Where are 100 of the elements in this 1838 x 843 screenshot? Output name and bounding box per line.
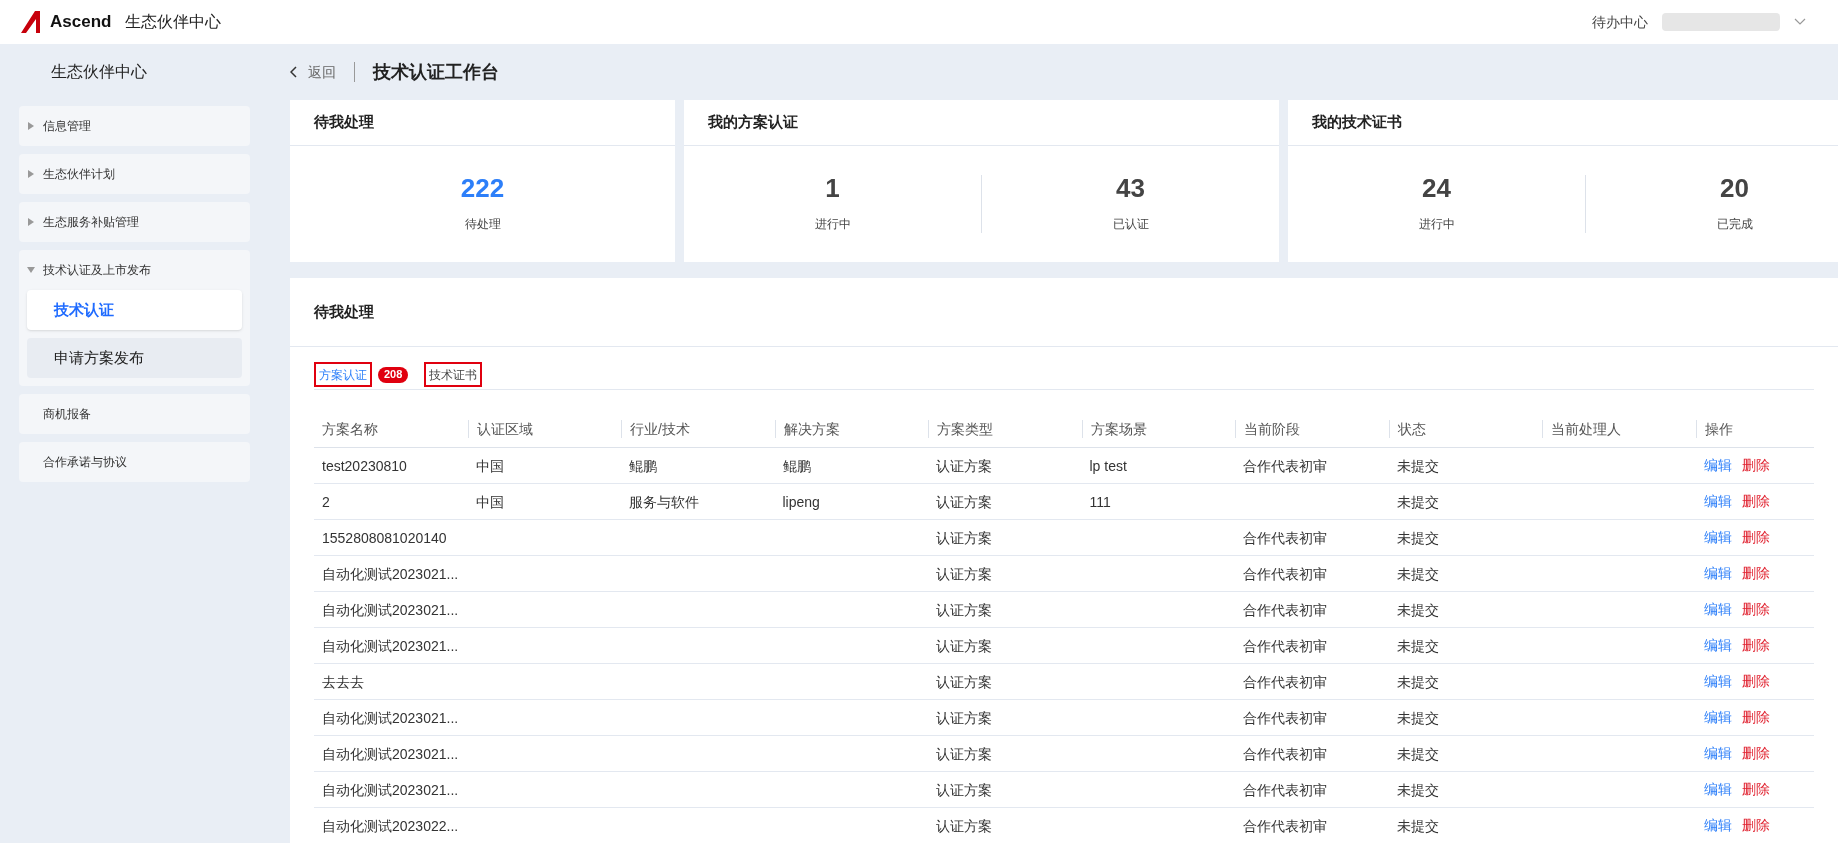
sidebar-item[interactable]: 生态伙伴计划 — [19, 154, 250, 194]
logo-text: Ascend — [50, 11, 112, 34]
edit-link[interactable]: 编辑 — [1703, 455, 1732, 476]
table-cell: 自动化测试2023022... — [322, 817, 459, 834]
delete-link[interactable]: 删除 — [1741, 527, 1770, 548]
sidebar-item[interactable]: 信息管理 — [19, 106, 250, 146]
table-cell: 自动化测试2023021... — [322, 745, 459, 762]
table-cell: 合作代表初审 — [1243, 601, 1327, 618]
table-cell: 服务与软件 — [629, 493, 699, 510]
table-cell: 未提交 — [1396, 781, 1439, 798]
table-cell: 未提交 — [1396, 565, 1439, 582]
page-title: 技术认证工作台 — [373, 60, 499, 84]
card-title: 我的方案认证 — [708, 112, 798, 133]
table-cell: 未提交 — [1396, 493, 1439, 510]
edit-link[interactable]: 编辑 — [1703, 815, 1732, 836]
table-cell: 合作代表初审 — [1243, 637, 1327, 654]
table-cell: 认证方案 — [936, 817, 992, 834]
table-cell: 2 — [322, 493, 330, 510]
table-cell: 认证方案 — [936, 457, 992, 474]
panel-title: 待我处理 — [314, 301, 374, 322]
table-cell: 自动化测试2023021... — [322, 709, 459, 726]
table-cell: 自动化测试2023021... — [322, 637, 459, 654]
delete-link[interactable]: 删除 — [1741, 743, 1770, 764]
table-cell: 未提交 — [1396, 637, 1439, 654]
table-cell: 111 — [1089, 493, 1111, 510]
table-cell: 认证方案 — [936, 601, 992, 618]
stat-value: 222 — [460, 175, 505, 201]
delete-link[interactable]: 删除 — [1741, 635, 1770, 656]
edit-link[interactable]: 编辑 — [1703, 743, 1732, 764]
table-cell: 去去去 — [322, 673, 364, 690]
count-badge: 208 — [378, 366, 409, 383]
edit-link[interactable]: 编辑 — [1703, 599, 1732, 620]
delete-link[interactable]: 删除 — [1741, 563, 1770, 584]
table-cell: 合作代表初审 — [1243, 673, 1327, 690]
delete-link[interactable]: 删除 — [1741, 599, 1770, 620]
column-header: 当前阶段 — [1243, 419, 1301, 439]
stat-value: 1 — [825, 175, 840, 201]
table-cell: 认证方案 — [936, 745, 992, 762]
table-cell: 认证方案 — [936, 493, 992, 510]
app-title: 生态伙伴中心 — [125, 12, 222, 32]
stat-label: 已认证 — [1112, 216, 1149, 233]
edit-link[interactable]: 编辑 — [1703, 707, 1732, 728]
table-cell: 自动化测试2023021... — [322, 781, 459, 798]
edit-link[interactable]: 编辑 — [1703, 635, 1732, 656]
table-cell: lp test — [1089, 457, 1127, 474]
tab[interactable]: 方案认证 — [314, 362, 372, 387]
column-header: 认证区域 — [475, 419, 534, 439]
table-cell: 未提交 — [1396, 709, 1439, 726]
table-cell: 1552808081020140 — [322, 529, 447, 546]
sidebar-item[interactable]: 技术认证及上市发布 — [19, 250, 250, 290]
stat-value: 20 — [1720, 175, 1749, 201]
table-cell: 未提交 — [1396, 673, 1439, 690]
table-cell: 未提交 — [1396, 529, 1439, 546]
table-cell: 自动化测试2023021... — [322, 601, 459, 618]
table-cell: 未提交 — [1396, 745, 1439, 762]
column-header: 当前处理人 — [1550, 419, 1622, 439]
sidebar-item[interactable]: 生态服务补贴管理 — [19, 202, 250, 242]
card-title: 待我处理 — [314, 112, 374, 133]
table-cell: 合作代表初审 — [1243, 709, 1327, 726]
stat-label: 进行中 — [814, 216, 851, 233]
table-cell: test20230810 — [322, 457, 407, 474]
table-cell: 合作代表初审 — [1243, 781, 1327, 798]
table-cell: 未提交 — [1396, 817, 1439, 834]
edit-link[interactable]: 编辑 — [1703, 563, 1732, 584]
table-cell: 认证方案 — [936, 529, 992, 546]
column-header: 状态 — [1396, 419, 1427, 439]
edit-link[interactable]: 编辑 — [1703, 671, 1732, 692]
table-cell: 合作代表初审 — [1243, 529, 1327, 546]
table-cell: 合作代表初审 — [1243, 457, 1327, 474]
delete-link[interactable]: 删除 — [1741, 815, 1770, 836]
edit-link[interactable]: 编辑 — [1703, 527, 1732, 548]
stat-label: 进行中 — [1418, 216, 1455, 233]
sidebar-subitem[interactable]: 申请方案发布 — [27, 338, 242, 378]
edit-link[interactable]: 编辑 — [1703, 779, 1732, 800]
table-cell: 认证方案 — [936, 565, 992, 582]
edit-link[interactable]: 编辑 — [1703, 491, 1732, 512]
back-link[interactable]: 返回 — [308, 61, 336, 83]
table-cell: 合作代表初审 — [1243, 745, 1327, 762]
column-header: 方案名称 — [321, 419, 379, 439]
column-header: 方案类型 — [936, 419, 994, 439]
delete-link[interactable]: 删除 — [1741, 455, 1770, 476]
tab[interactable]: 技术证书 — [424, 362, 483, 387]
delete-link[interactable]: 删除 — [1741, 779, 1770, 800]
table-cell: 中国 — [475, 493, 504, 510]
table-cell: 中国 — [475, 457, 504, 474]
table-cell: 自动化测试2023021... — [322, 565, 459, 582]
chevron-down-icon[interactable] — [1794, 18, 1806, 26]
delete-link[interactable]: 删除 — [1741, 671, 1770, 692]
table-cell: 认证方案 — [936, 637, 992, 654]
todo-center-link[interactable]: 待办中心 — [1592, 11, 1648, 33]
sidebar-title: 生态伙伴中心 — [50, 62, 148, 82]
sidebar-item[interactable]: 商机报备 — [19, 394, 250, 434]
column-header: 操作 — [1703, 419, 1734, 439]
table-cell: 未提交 — [1396, 601, 1439, 618]
column-header: 解决方案 — [782, 419, 841, 439]
card-title: 我的技术证书 — [1312, 112, 1402, 133]
sidebar-subitem[interactable]: 技术认证 — [27, 290, 242, 330]
sidebar-item[interactable]: 合作承诺与协议 — [19, 442, 250, 482]
delete-link[interactable]: 删除 — [1741, 491, 1770, 512]
delete-link[interactable]: 删除 — [1741, 707, 1770, 728]
